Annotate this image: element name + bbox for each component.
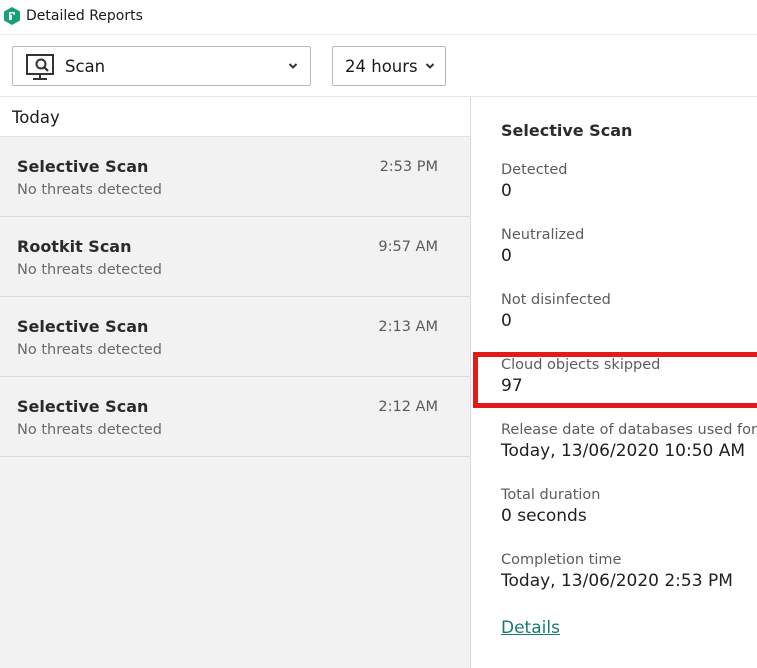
item-status: No threats detected	[17, 422, 163, 438]
report-list: Selective Scan No threats detected 2:53 …	[0, 137, 470, 457]
chevron-down-icon	[425, 63, 435, 69]
field-completion-time: Completion time Today, 13/06/2020 2:53 P…	[501, 552, 733, 591]
field-cloud-objects-skipped: Cloud objects skipped 97	[501, 357, 660, 396]
item-time: 9:57 AM	[378, 239, 438, 255]
field-total-duration: Total duration 0 seconds	[501, 487, 601, 526]
field-value: 0	[501, 246, 512, 266]
report-type-value: Scan	[65, 57, 106, 76]
field-label: Total duration	[501, 487, 601, 503]
title-bar: Detailed Reports	[0, 0, 757, 34]
report-list-item[interactable]: Selective Scan No threats detected 2:12 …	[0, 377, 470, 457]
item-status: No threats detected	[17, 262, 163, 278]
group-label: Today	[12, 108, 60, 127]
field-label: Cloud objects skipped	[501, 357, 661, 373]
item-title: Rootkit Scan	[17, 237, 132, 256]
field-value: 97	[501, 376, 523, 396]
group-header: Today	[0, 97, 470, 137]
item-time: 2:53 PM	[379, 159, 438, 175]
report-list-item[interactable]: Selective Scan No threats detected 2:13 …	[0, 297, 470, 377]
monitor-scan-icon	[26, 54, 54, 80]
item-time: 2:12 AM	[378, 399, 438, 415]
field-value: Today, 13/06/2020 10:50 AM	[501, 441, 746, 461]
item-title: Selective Scan	[17, 397, 149, 416]
period-value: 24 hours	[345, 57, 418, 76]
field-label: Not disinfected	[501, 292, 611, 308]
field-label: Detected	[501, 162, 568, 178]
details-link[interactable]: Details	[501, 618, 560, 638]
report-list-item[interactable]: Selective Scan No threats detected 2:53 …	[0, 137, 470, 217]
field-value: 0	[501, 311, 512, 331]
field-value: Today, 13/06/2020 2:53 PM	[501, 571, 733, 591]
period-dropdown[interactable]: 24 hours	[332, 46, 446, 86]
field-database-release-date: Release date of databases used for scan …	[501, 422, 757, 461]
window-title: Detailed Reports	[26, 8, 143, 24]
item-title: Selective Scan	[17, 157, 149, 176]
field-not-disinfected: Not disinfected 0	[501, 292, 611, 331]
report-details-pane: Selective Scan Detected 0 Neutralized 0 …	[471, 97, 757, 668]
field-value: 0 seconds	[501, 506, 587, 526]
field-detected: Detected 0	[501, 162, 567, 201]
report-list-item[interactable]: Rootkit Scan No threats detected 9:57 AM	[0, 217, 470, 297]
field-value: 0	[501, 181, 512, 201]
chevron-down-icon	[288, 63, 298, 69]
field-neutralized: Neutralized 0	[501, 227, 584, 266]
report-list-pane: Today Selective Scan No threats detected…	[0, 97, 471, 668]
toolbar: Scan 24 hours	[0, 34, 757, 97]
item-status: No threats detected	[17, 342, 163, 358]
report-type-dropdown[interactable]: Scan	[12, 46, 311, 86]
item-status: No threats detected	[17, 182, 163, 198]
field-label: Completion time	[501, 552, 622, 568]
item-time: 2:13 AM	[378, 319, 438, 335]
kaspersky-shield-icon	[4, 7, 20, 25]
field-label: Release date of databases used for scan	[501, 422, 757, 438]
field-label: Neutralized	[501, 227, 585, 243]
details-title: Selective Scan	[501, 121, 633, 140]
item-title: Selective Scan	[17, 317, 149, 336]
